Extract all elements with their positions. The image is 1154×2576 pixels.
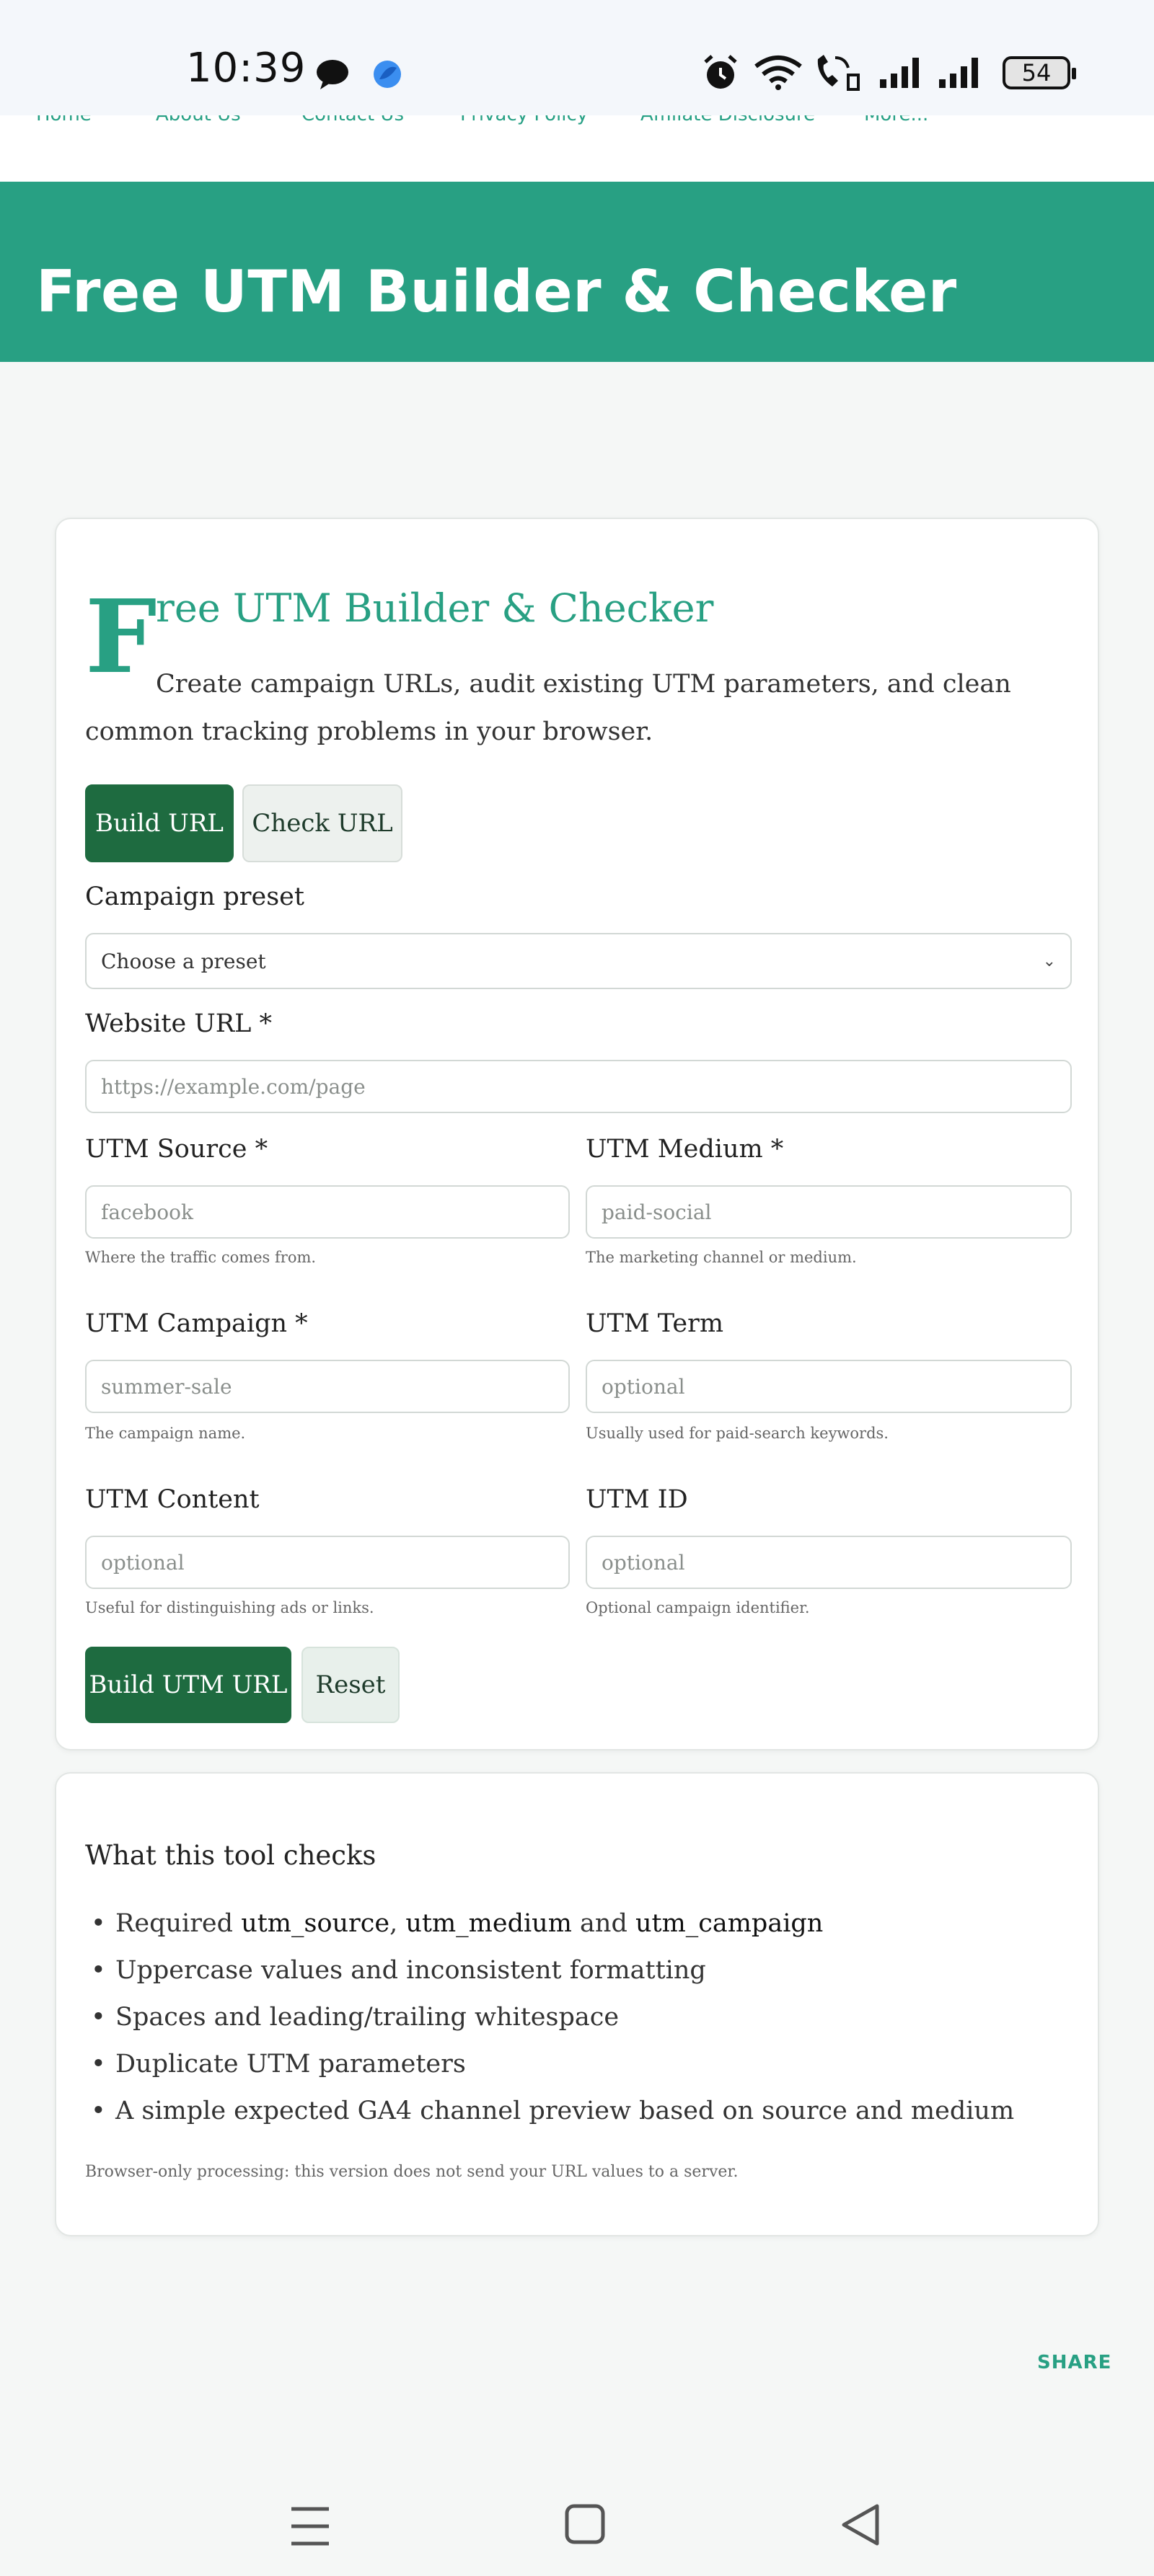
utm-source-input[interactable]: [101, 1187, 568, 1237]
tab-check-url[interactable]: Check URL: [242, 784, 402, 862]
utm-campaign-input[interactable]: [101, 1361, 568, 1412]
list-item: A simple expected GA4 channel preview ba…: [91, 2088, 1014, 2135]
utm-id-hint: Optional campaign identifier.: [586, 1599, 810, 1616]
utm-source-label: UTM Source *: [85, 1135, 268, 1164]
utm-source-field: [85, 1185, 570, 1239]
alarm-icon: [704, 55, 737, 89]
signal-icon: [880, 58, 919, 88]
utm-medium-input[interactable]: [602, 1187, 1070, 1237]
status-time: 10:39: [186, 45, 307, 92]
utm-campaign-hint: The campaign name.: [85, 1425, 246, 1442]
signal-icon: [939, 58, 978, 88]
website-url-label: Website URL *: [85, 1009, 273, 1038]
list-item: Uppercase values and inconsistent format…: [91, 1947, 1014, 1994]
checks-card: What this tool checks Required utm_sourc…: [55, 1772, 1099, 2236]
build-utm-url-button[interactable]: Build UTM URL: [85, 1647, 291, 1723]
utm-term-field: [586, 1360, 1072, 1413]
utm-term-label: UTM Term: [586, 1309, 724, 1338]
list-item: Duplicate UTM parameters: [91, 2041, 1014, 2088]
page-title: Free UTM Builder & Checker: [36, 258, 957, 325]
utm-term-hint: Usually used for paid-search keywords.: [586, 1425, 889, 1442]
list-item: Spaces and leading/trailing whitespace: [91, 1994, 1014, 2041]
campaign-preset-select[interactable]: Choose a preset ⌄: [85, 933, 1072, 989]
checks-title: What this tool checks: [85, 1840, 376, 1871]
share-link[interactable]: SHARE: [1037, 2352, 1111, 2373]
reset-button[interactable]: Reset: [301, 1647, 400, 1723]
campaign-preset-label: Campaign preset: [85, 882, 304, 911]
menu-icon[interactable]: [288, 2506, 332, 2546]
utm-campaign-label: UTM Campaign *: [85, 1309, 308, 1338]
privacy-footnote: Browser-only processing: this version do…: [85, 2163, 739, 2181]
app-icon: [374, 61, 401, 88]
hero-banner: Free UTM Builder & Checker: [0, 182, 1154, 362]
param-utm-campaign: utm_campaign: [635, 1909, 824, 1938]
utm-content-label: UTM Content: [85, 1485, 260, 1514]
system-nav-bar: [0, 2437, 1154, 2576]
utm-builder-card: F ree UTM Builder & Checker Create campa…: [55, 518, 1099, 1750]
utm-term-input[interactable]: [602, 1361, 1070, 1412]
wifi-calling-icon: [817, 55, 860, 91]
utm-medium-hint: The marketing channel or medium.: [586, 1249, 857, 1266]
param-utm-source: utm_source: [241, 1909, 390, 1938]
utm-id-field: [586, 1536, 1072, 1589]
utm-content-hint: Useful for distinguishing ads or links.: [85, 1599, 374, 1616]
checks-list: Required utm_source, utm_medium and utm_…: [91, 1900, 1014, 2135]
param-utm-medium: utm_medium: [405, 1909, 572, 1938]
wifi-icon: [754, 56, 802, 90]
utm-campaign-field: [85, 1360, 570, 1413]
status-bar: 10:39 54: [0, 0, 1154, 115]
list-item: Required utm_source, utm_medium and utm_…: [91, 1900, 1014, 1947]
back-triangle-icon[interactable]: [840, 2503, 881, 2546]
battery-indicator: 54: [1003, 56, 1076, 89]
campaign-preset-value: Choose a preset: [101, 949, 266, 973]
utm-medium-label: UTM Medium *: [586, 1135, 784, 1164]
website-url-input[interactable]: [101, 1061, 1070, 1112]
chat-bubble-icon: [317, 60, 348, 89]
utm-source-hint: Where the traffic comes from.: [85, 1249, 317, 1266]
utm-id-input[interactable]: [602, 1537, 1070, 1588]
utm-content-input[interactable]: [101, 1537, 568, 1588]
home-square-icon[interactable]: [564, 2503, 606, 2545]
chevron-down-icon: ⌄: [1042, 952, 1056, 970]
tool-title: ree UTM Builder & Checker: [156, 585, 714, 631]
utm-medium-field: [586, 1185, 1072, 1239]
tool-intro: Create campaign URLs, audit existing UTM…: [85, 670, 1011, 746]
utm-id-label: UTM ID: [586, 1485, 688, 1514]
website-url-field: [85, 1060, 1072, 1113]
utm-content-field: [85, 1536, 570, 1589]
tab-build-url[interactable]: Build URL: [85, 784, 234, 862]
